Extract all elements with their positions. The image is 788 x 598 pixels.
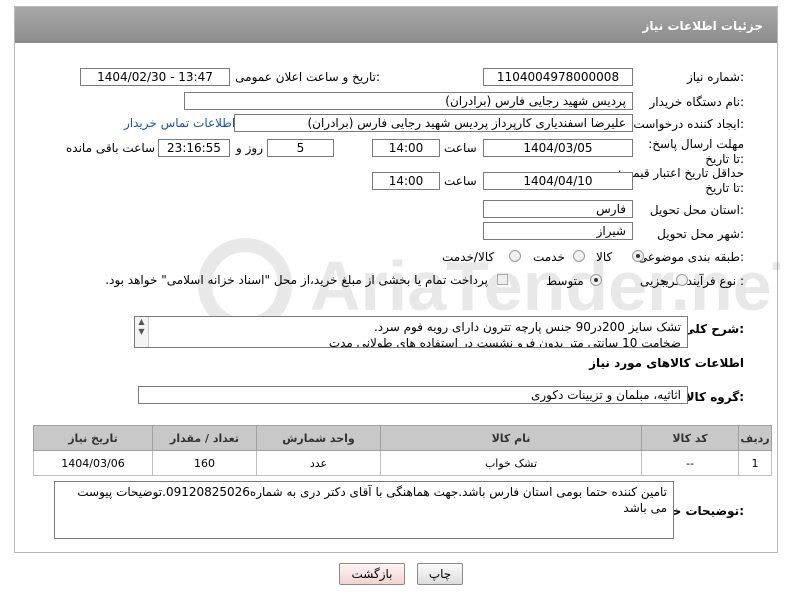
days-label: روز و <box>236 141 263 155</box>
contact-info-link[interactable]: اطلاعات تماس خریدار <box>124 116 235 130</box>
table-row: 1 -- تشک خواب عدد 160 1404/03/06 <box>33 450 772 476</box>
payment-note: پرداخت تمام یا بخشی از مبلغ خرید،از محل … <box>105 273 488 287</box>
description-line-1: تشک سایز 200در90 جنس پارچه تترون دارای ر… <box>373 320 681 334</box>
goods-group-field: اثاثیه، مبلمان و تزیینات دکوری <box>138 386 688 404</box>
process-option-minor: جزیی <box>640 274 668 288</box>
category-option-goods: کالا <box>596 250 613 264</box>
deadline-time-label: ساعت <box>444 141 477 155</box>
deadline-label: مهلت ارسال پاسخ: تا تاریخ: <box>648 137 744 166</box>
col-row: ردیف <box>738 425 772 451</box>
cell-unit: عدد <box>256 450 381 476</box>
cell-name: تشک خواب <box>380 450 642 476</box>
cell-code: -- <box>641 450 739 476</box>
remaining-time-field: 23:16:55 <box>158 139 230 157</box>
description-line-2: ضخامت 10 سانتی متر بدون فرو نشست در استف… <box>328 336 681 348</box>
category-radio-goods[interactable] <box>632 250 644 262</box>
validity-time-label: ساعت <box>444 174 477 188</box>
col-quantity: تعداد / مقدار <box>152 425 257 451</box>
city-label: شهر محل تحویل: <box>657 227 744 241</box>
validity-label: حداقل تاریخ اعتبار قیمت: تا تاریخ: <box>617 166 744 195</box>
announce-field: 1404/02/30 - 13:47 <box>80 68 230 86</box>
category-radio-goods-service[interactable] <box>509 250 521 262</box>
goods-group-label: گروه کالا: <box>685 390 744 404</box>
creator-label: ایجاد کننده درخواست: <box>633 117 744 131</box>
goods-section-title: اطلاعات کالاهای مورد نیاز <box>589 356 744 370</box>
validity-time-field: 14:00 <box>372 172 440 190</box>
deadline-date-field: 1404/03/05 <box>483 139 633 157</box>
need-number-field: 1104004978000008 <box>483 68 633 86</box>
days-field: 5 <box>267 139 334 157</box>
col-code: کد کالا <box>641 425 739 451</box>
print-button[interactable]: چاپ <box>417 563 463 585</box>
category-option-goods-service: کالا/خدمت <box>442 250 495 264</box>
cell-quantity: 160 <box>152 450 257 476</box>
process-label: نوع فرآیند خرید : <box>659 274 744 288</box>
validity-date-field: 1404/04/10 <box>483 172 633 190</box>
treasury-checkbox[interactable] <box>497 274 508 285</box>
description-textarea[interactable]: ▲ ▼ تشک سایز 200در90 جنس پارچه تترون دارا… <box>134 316 688 348</box>
deadline-time-field: 14:00 <box>372 139 440 157</box>
description-scrollbar[interactable]: ▲ ▼ <box>135 317 149 347</box>
buyer-notes-textarea[interactable]: تامین کننده حتما بومی استان فارس باشد.جه… <box>54 481 674 539</box>
cell-need-date: 1404/03/06 <box>33 450 153 476</box>
process-radio-medium[interactable] <box>590 274 602 286</box>
goods-table: ردیف کد کالا نام کالا واحد شمارش تعداد /… <box>33 425 772 476</box>
announce-label: تاریخ و ساعت اعلان عمومی: <box>235 70 380 84</box>
process-radio-minor[interactable] <box>676 274 688 286</box>
need-number-label: شماره نیاز: <box>686 70 744 84</box>
province-field: فارس <box>483 200 633 218</box>
panel-header: جزئیات اطلاعات نیاز <box>15 7 777 43</box>
back-button[interactable]: بازگشت <box>339 563 405 585</box>
creator-field: علیرضا اسفندیاری کارپرداز پردیس شهید رجا… <box>234 114 633 132</box>
remaining-label: ساعت باقی مانده <box>66 141 156 155</box>
col-need-date: تاریخ نیاز <box>33 425 153 451</box>
buyer-org-label: نام دستگاه خریدار: <box>649 95 745 109</box>
col-unit: واحد شمارش <box>256 425 381 451</box>
cell-row: 1 <box>738 450 772 476</box>
city-field: شیراز <box>483 222 633 240</box>
category-radio-service[interactable] <box>573 250 585 262</box>
table-header-row: ردیف کد کالا نام کالا واحد شمارش تعداد /… <box>33 425 772 451</box>
province-label: استان محل تحویل: <box>649 203 744 217</box>
buyer-org-field: پردیس شهید رجایی فارس (برادران) <box>184 92 633 110</box>
process-option-medium: متوسط <box>546 274 584 288</box>
col-name: نام کالا <box>380 425 642 451</box>
category-option-service: خدمت <box>533 250 565 264</box>
category-label: طبقه بندی موضوعی: <box>637 250 744 264</box>
page-title: جزئیات اطلاعات نیاز <box>642 19 763 33</box>
